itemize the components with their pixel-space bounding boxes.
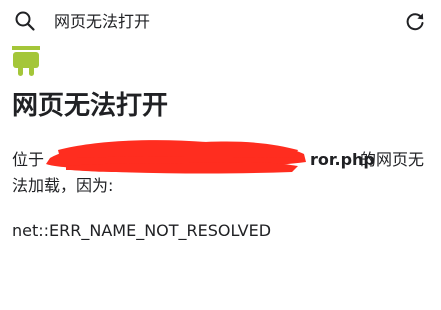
error-heading: 网页无法打开 [12, 91, 169, 121]
reload-icon[interactable] [403, 10, 427, 34]
page-title[interactable]: 网页无法打开 [54, 11, 150, 33]
redaction-scribble [36, 136, 312, 176]
android-icon [10, 44, 42, 80]
description-suffix: 的网页无 [360, 150, 425, 169]
error-page: 网页无法打开 网页无法打开 位于 ror.php 的网页无 法加载，因为: ne… [0, 0, 441, 310]
search-icon[interactable] [14, 10, 36, 32]
error-code: net::ERR_NAME_NOT_RESOLVED [12, 221, 272, 240]
top-bar: 网页无法打开 [0, 0, 441, 44]
description-line-2: 法加载，因为: [12, 176, 114, 195]
